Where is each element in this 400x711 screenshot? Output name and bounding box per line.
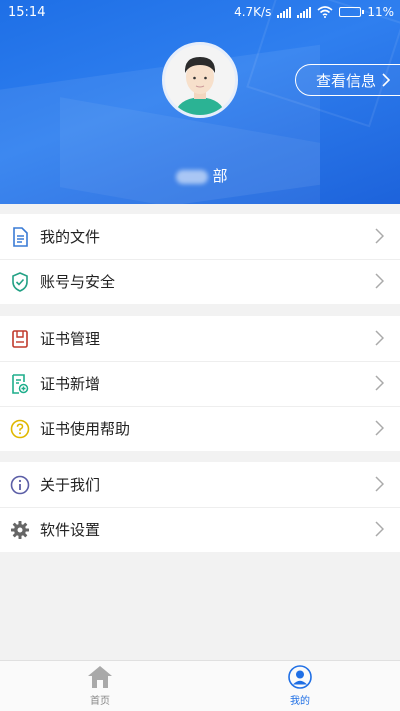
gear-icon: [10, 520, 30, 540]
menu-item-label: 证书新增: [40, 375, 101, 393]
network-speed: 4.7K/s: [234, 5, 272, 19]
chevron-right-icon: [382, 73, 391, 87]
chevron-right-icon: [375, 375, 384, 391]
menu-item-add-certificate[interactable]: 证书新增: [0, 361, 400, 406]
chevron-right-icon: [375, 330, 384, 346]
menu-item-label: 账号与安全: [40, 273, 116, 291]
bottom-navigation: 首页 我的: [0, 660, 400, 711]
signal-2-icon: [297, 6, 312, 18]
tab-mine-label: 我的: [290, 696, 310, 707]
menu-item-certificate-help[interactable]: 证书使用帮助: [0, 406, 400, 451]
wifi-icon: [317, 6, 333, 18]
tab-mine[interactable]: 我的: [200, 661, 400, 711]
menu-item-label: 证书管理: [40, 330, 101, 348]
signal-icon: [277, 6, 292, 18]
chevron-right-icon: [375, 273, 384, 289]
home-icon: [88, 666, 112, 688]
blurred-name: [176, 169, 209, 184]
menu-item-certificate-management[interactable]: 证书管理: [0, 316, 400, 361]
menu-item-label: 软件设置: [40, 521, 101, 539]
menu-group-certificates: 证书管理 证书新增 证书使用帮助: [0, 316, 400, 451]
avatar[interactable]: [162, 42, 238, 118]
menu-item-account-security[interactable]: 账号与安全: [0, 259, 400, 304]
chevron-right-icon: [375, 476, 384, 492]
add-certificate-icon: [10, 373, 30, 394]
help-icon: [10, 419, 30, 439]
status-time: 15:14: [8, 5, 46, 20]
menu-item-about-us[interactable]: 关于我们: [0, 462, 400, 507]
view-info-button[interactable]: 查看信息: [295, 64, 400, 96]
menu-item-my-files[interactable]: 我的文件: [0, 214, 400, 259]
user-profile-icon: [288, 665, 312, 689]
status-bar: 15:14 4.7K/s 11%: [0, 0, 400, 26]
certificate-icon: [10, 329, 30, 349]
user-name: 部: [0, 165, 400, 186]
tab-home[interactable]: 首页: [0, 661, 200, 711]
menu-item-label: 我的文件: [40, 228, 101, 246]
tab-home-label: 首页: [90, 696, 110, 707]
view-info-label: 查看信息: [316, 71, 377, 90]
profile-header: 15:14 4.7K/s 11% 查看信息 部: [0, 0, 400, 204]
menu-group-files: 我的文件 账号与安全: [0, 214, 400, 304]
menu-item-settings[interactable]: 软件设置: [0, 507, 400, 552]
battery-level: 11%: [367, 5, 394, 19]
menu-group-about: 关于我们 软件设置: [0, 462, 400, 552]
menu-item-label: 关于我们: [40, 476, 101, 494]
info-icon: [10, 475, 30, 495]
document-icon: [10, 226, 30, 247]
shield-check-icon: [10, 271, 30, 292]
chevron-right-icon: [375, 521, 384, 537]
chevron-right-icon: [375, 228, 384, 244]
chevron-right-icon: [375, 420, 384, 436]
user-avatar-icon: [175, 57, 225, 115]
battery-icon: [339, 7, 365, 17]
menu-item-label: 证书使用帮助: [40, 420, 131, 438]
user-name-suffix: 部: [212, 167, 228, 185]
